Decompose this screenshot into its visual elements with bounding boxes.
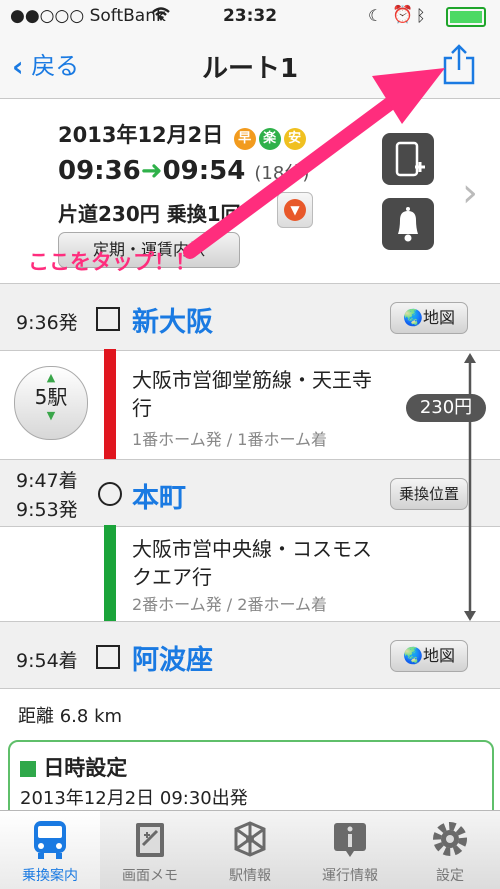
tab-settings[interactable]: 設定 xyxy=(400,811,500,889)
tab-bar: 乗換案内 画面メモ 駅情報 運行情報 設定 xyxy=(0,810,500,889)
gear-icon xyxy=(433,822,467,856)
tab-label: 運行情報 xyxy=(322,868,378,884)
tab-memo[interactable]: 画面メモ xyxy=(100,811,200,889)
annotation-text: ここをタップ！！ xyxy=(28,250,196,274)
tab-label: 乗換案内 xyxy=(22,868,78,884)
info-icon xyxy=(334,823,366,857)
annotation-arrow xyxy=(183,68,445,259)
memo-icon xyxy=(136,823,164,857)
bus-icon xyxy=(34,821,66,859)
tab-label: 駅情報 xyxy=(229,868,271,884)
tab-label: 設定 xyxy=(436,868,464,884)
tab-station-info[interactable]: 駅情報 xyxy=(200,811,300,889)
tab-transfer[interactable]: 乗換案内 xyxy=(0,811,100,889)
tab-label: 画面メモ xyxy=(122,868,178,884)
tab-service-info[interactable]: 運行情報 xyxy=(300,811,400,889)
station-map-icon xyxy=(234,821,266,857)
